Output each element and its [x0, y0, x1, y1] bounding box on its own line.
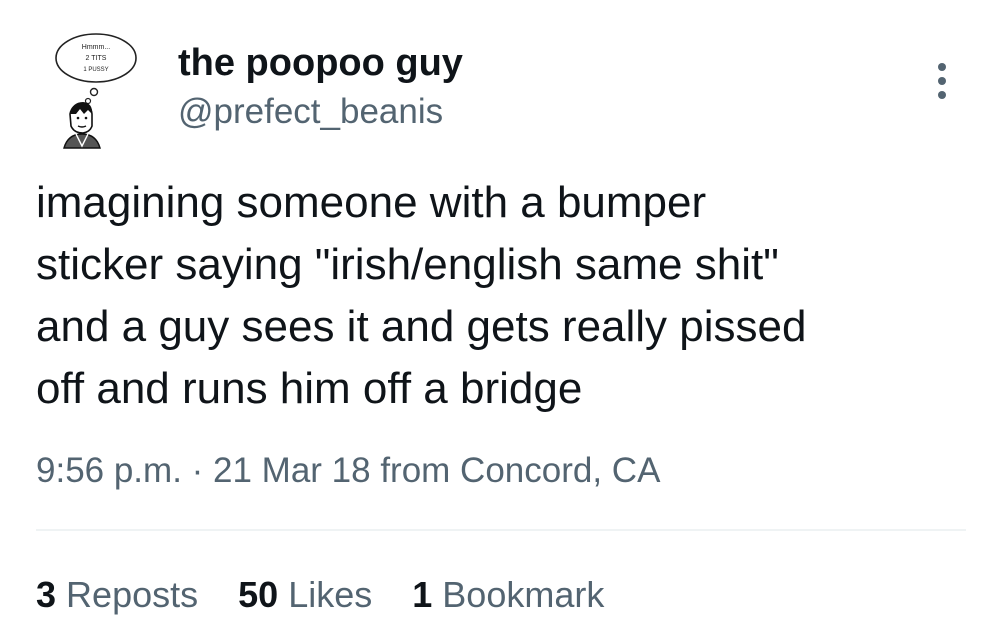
author-name[interactable]: the poopoo guy	[178, 40, 463, 86]
more-horizontal-dots-icon	[935, 59, 949, 103]
bookmarks-label: Bookmark	[442, 574, 605, 615]
likes-stat[interactable]: 50 Likes	[238, 572, 372, 618]
reposts-count: 3	[36, 574, 57, 615]
reposts-label: Reposts	[66, 574, 199, 615]
bookmarks-count: 1	[412, 574, 433, 615]
likes-count: 50	[238, 574, 279, 615]
tweet-text: imagining someone with a bumper sticker …	[36, 178, 807, 413]
reposts-stat[interactable]: 3 Reposts	[36, 572, 198, 618]
thought-line-2: 2 TITS	[86, 55, 107, 62]
divider	[36, 529, 966, 531]
thought-line-1: Hmmm...	[82, 44, 110, 51]
engagement-stats: 3 Reposts 50 Likes 1 Bookmark	[36, 572, 604, 618]
author-handle[interactable]: @prefect_beanis	[178, 90, 443, 134]
tweet-card: Hmmm... 2 TITS 1 PUSSY the poopoo guy @p…	[0, 0, 1000, 640]
tweet-timestamp[interactable]: 9:56 p.m. · 21 Mar 18 from Concord, CA	[36, 448, 660, 494]
likes-label: Likes	[288, 574, 373, 615]
avatar-drawing: Hmmm... 2 TITS 1 PUSSY	[55, 33, 137, 149]
more-options-button[interactable]	[920, 56, 964, 106]
bookmarks-stat[interactable]: 1 Bookmark	[412, 572, 604, 618]
thought-line-3: 1 PUSSY	[83, 67, 108, 73]
avatar[interactable]: Hmmm... 2 TITS 1 PUSSY	[50, 30, 150, 150]
